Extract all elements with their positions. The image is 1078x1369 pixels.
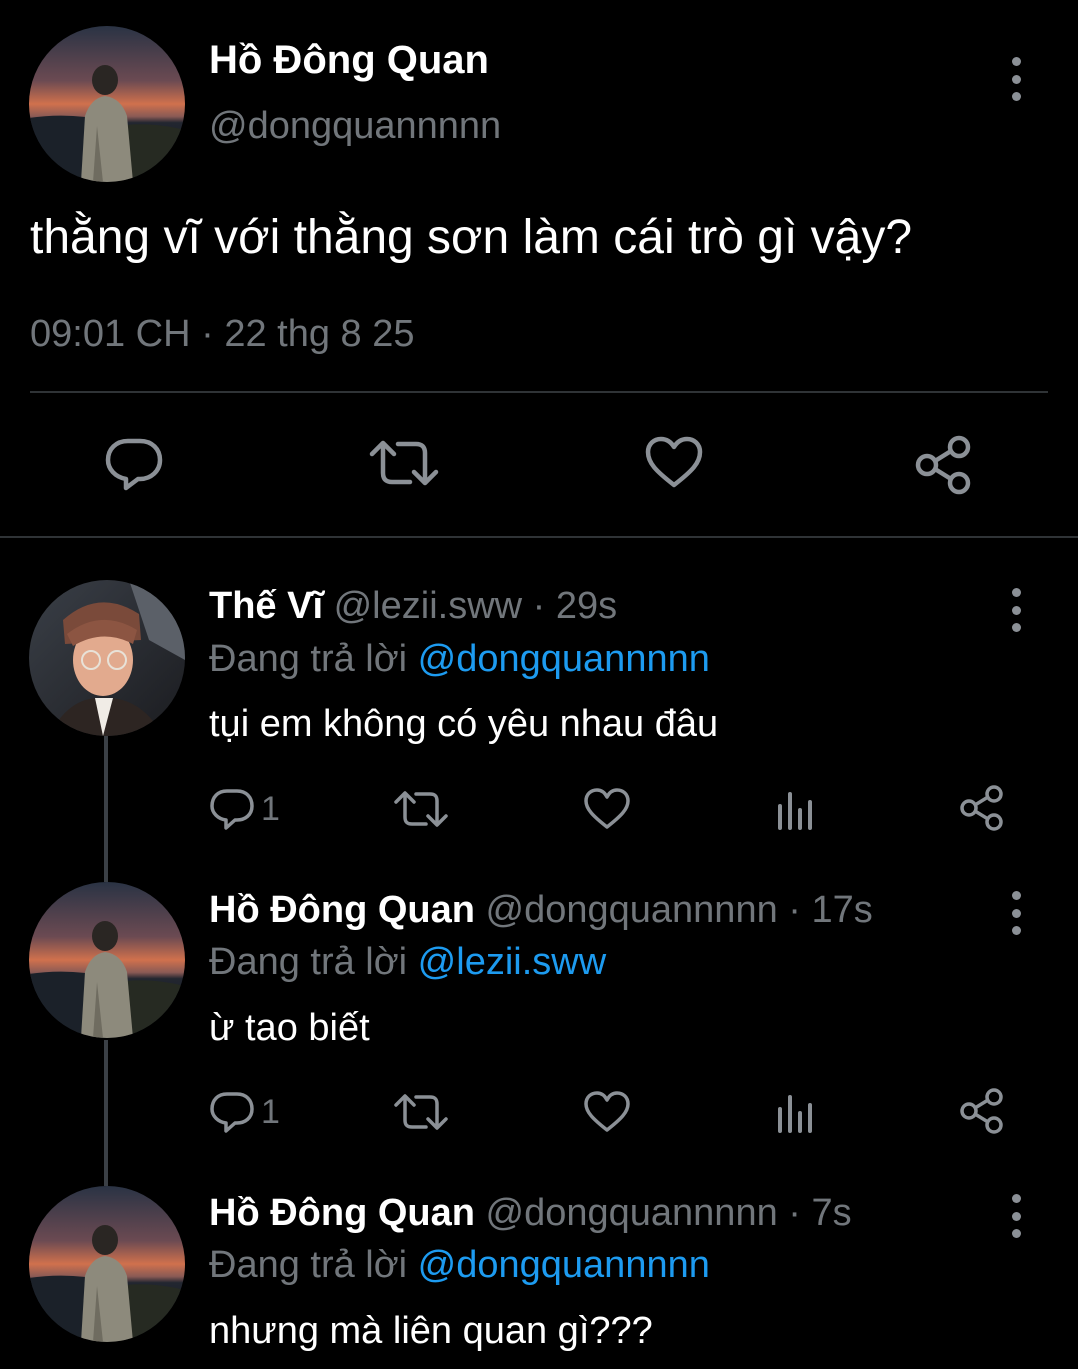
more-options-icon[interactable] bbox=[1001, 891, 1031, 935]
author-handle[interactable]: @dongquannnnn bbox=[486, 1192, 778, 1234]
like-button[interactable] bbox=[583, 786, 631, 832]
share-icon bbox=[960, 785, 1003, 831]
thread-line bbox=[104, 1040, 108, 1186]
retweet-button[interactable] bbox=[393, 1089, 449, 1135]
replying-to-label: Đang trả lời bbox=[209, 1244, 408, 1286]
replying-to-label: Đang trả lời bbox=[209, 941, 408, 983]
share-icon bbox=[915, 435, 971, 495]
reply-button[interactable]: 1 bbox=[209, 1089, 280, 1135]
avatar[interactable] bbox=[29, 26, 185, 182]
avatar-image bbox=[29, 580, 185, 736]
author-name[interactable]: Hồ Đông Quan bbox=[209, 889, 475, 931]
retweet-button[interactable] bbox=[366, 432, 442, 494]
like-button[interactable] bbox=[642, 432, 706, 494]
mention-link[interactable]: @dongquannnnn bbox=[418, 1244, 710, 1286]
more-options-icon[interactable] bbox=[1001, 588, 1031, 632]
tweet-date: 22 thg 8 25 bbox=[224, 313, 415, 355]
share-button[interactable] bbox=[958, 1087, 1006, 1135]
reply-icon bbox=[210, 1092, 254, 1133]
reply-icon bbox=[105, 438, 163, 491]
reply-button[interactable] bbox=[100, 432, 168, 494]
like-icon bbox=[584, 788, 630, 829]
avatar[interactable] bbox=[29, 1186, 185, 1342]
avatar[interactable] bbox=[29, 882, 185, 1038]
mention-link[interactable]: @dongquannnnn bbox=[418, 638, 710, 680]
meta-separator: · bbox=[788, 889, 801, 931]
reply-text: tụi em không có yêu nhau đâu bbox=[209, 703, 719, 745]
tweet-timestamp: 09:01 CH · 22 thg 8 25 bbox=[30, 313, 415, 356]
author-handle[interactable]: @dongquannnnn bbox=[486, 889, 778, 931]
reply-header: Hồ Đông Quan @dongquannnnn · 17s bbox=[209, 889, 873, 932]
reply-age: 29s bbox=[555, 585, 618, 627]
more-options-icon[interactable] bbox=[1001, 1194, 1031, 1238]
meta-separator: · bbox=[532, 585, 546, 627]
tweet-text: thằng vĩ với thằng sơn làm cái trò gì vậ… bbox=[30, 211, 913, 264]
retweet-icon bbox=[394, 791, 448, 827]
replying-to: Đang trả lời @lezii.sww bbox=[209, 941, 606, 984]
section-divider bbox=[0, 536, 1078, 538]
reply-age: 7s bbox=[811, 1192, 852, 1234]
replying-to: Đang trả lời @dongquannnnn bbox=[209, 638, 710, 681]
reply-header: Thế Vĩ @lezii.sww · 29s bbox=[209, 585, 617, 628]
author-name[interactable]: Hồ Đông Quan bbox=[209, 1192, 475, 1234]
like-icon bbox=[584, 1091, 630, 1132]
divider bbox=[30, 391, 1048, 393]
analytics-button[interactable] bbox=[774, 786, 816, 832]
replying-to: Đang trả lời @dongquannnnn bbox=[209, 1244, 710, 1287]
reply-count: 1 bbox=[261, 1092, 280, 1131]
like-button[interactable] bbox=[583, 1089, 631, 1135]
author-handle[interactable]: @dongquannnnn bbox=[209, 105, 501, 148]
analytics-icon bbox=[778, 1095, 812, 1133]
share-button[interactable] bbox=[910, 432, 978, 498]
author-name[interactable]: Hồ Đông Quan bbox=[209, 38, 489, 83]
reply-age: 17s bbox=[811, 889, 873, 931]
reply-icon bbox=[210, 789, 254, 830]
mention-link[interactable]: @lezii.sww bbox=[418, 941, 606, 983]
retweet-icon bbox=[369, 440, 439, 486]
reply-count: 1 bbox=[261, 789, 280, 828]
meta-separator: · bbox=[201, 313, 214, 355]
retweet-icon bbox=[394, 1094, 448, 1130]
avatar-image bbox=[29, 1186, 185, 1342]
retweet-button[interactable] bbox=[393, 786, 449, 832]
avatar-image bbox=[29, 26, 185, 182]
tweet-time: 09:01 CH bbox=[30, 313, 191, 355]
reply-text: ừ tao biết bbox=[209, 1007, 370, 1049]
thread-line bbox=[104, 736, 108, 882]
author-name[interactable]: Thế Vĩ bbox=[209, 585, 323, 627]
avatar[interactable] bbox=[29, 580, 185, 736]
reply-header: Hồ Đông Quan @dongquannnnn · 7s bbox=[209, 1192, 852, 1235]
reply-text: nhưng mà liên quan gì??? bbox=[209, 1310, 653, 1352]
analytics-button[interactable] bbox=[774, 1089, 816, 1135]
share-button[interactable] bbox=[958, 784, 1006, 832]
analytics-icon bbox=[778, 792, 812, 830]
reply-button[interactable]: 1 bbox=[209, 786, 280, 832]
author-handle[interactable]: @lezii.sww bbox=[334, 585, 522, 627]
avatar-image bbox=[29, 882, 185, 1038]
like-icon bbox=[645, 436, 703, 488]
replying-to-label: Đang trả lời bbox=[209, 638, 408, 680]
more-options-icon[interactable] bbox=[1001, 57, 1031, 101]
meta-separator: · bbox=[788, 1192, 801, 1234]
share-icon bbox=[960, 1088, 1003, 1134]
